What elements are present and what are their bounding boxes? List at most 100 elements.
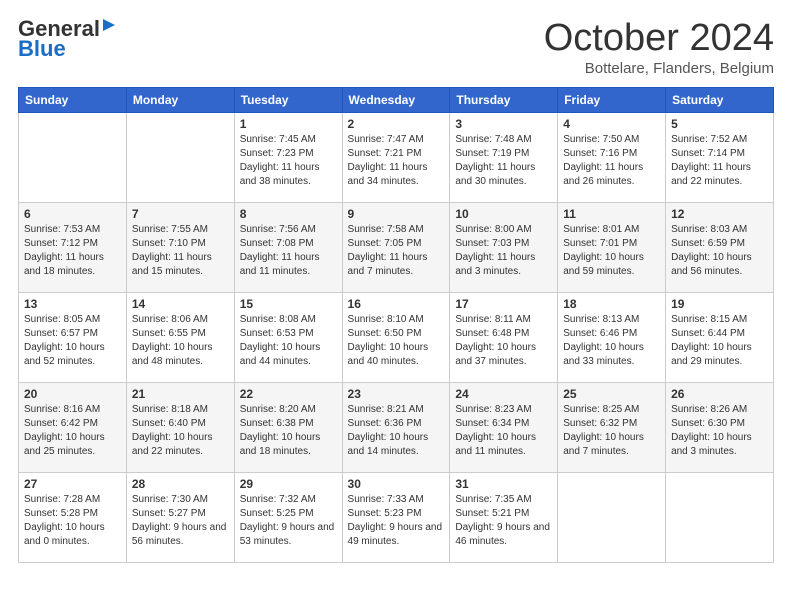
table-row: 22Sunrise: 8:20 AM Sunset: 6:38 PM Dayli… [234, 382, 342, 472]
day-info: Sunrise: 8:15 AM Sunset: 6:44 PM Dayligh… [671, 313, 768, 369]
table-row: 4 Sunrise: 7:50 AM Sunset: 7:16 PM Daylig… [558, 112, 666, 202]
day-info: Sunrise: 7:32 AM Sunset: 5:25 PM Dayligh… [240, 493, 337, 549]
table-row [558, 472, 666, 562]
table-row: 1 Sunrise: 7:45 AM Sunset: 7:23 PM Daylig… [234, 112, 342, 202]
table-row: 18Sunrise: 8:13 AM Sunset: 6:46 PM Dayli… [558, 292, 666, 382]
day-number: 8 [240, 207, 337, 221]
table-row: 19 Sunrise: 8:15 AM Sunset: 6:44 PM Dayli… [666, 292, 774, 382]
calendar-week-row: 20 Sunrise: 8:16 AM Sunset: 6:42 PM Dayli… [19, 382, 774, 472]
day-info: Sunrise: 8:08 AM Sunset: 6:53 PM Dayligh… [240, 313, 337, 369]
day-info: Sunrise: 8:25 AM Sunset: 6:32 PM Dayligh… [563, 403, 660, 459]
day-info: Sunrise: 7:56 AM Sunset: 7:08 PM Dayligh… [240, 223, 337, 279]
day-info: Sunrise: 7:30 AM Sunset: 5:27 PM Dayligh… [132, 493, 229, 549]
day-info: Sunrise: 7:50 AM Sunset: 7:16 PM Dayligh… [563, 133, 660, 189]
day-number: 2 [348, 117, 445, 131]
day-number: 27 [24, 477, 121, 491]
day-number: 29 [240, 477, 337, 491]
day-number: 3 [455, 117, 552, 131]
day-number: 19 [671, 297, 768, 311]
day-info: Sunrise: 8:06 AM Sunset: 6:55 PM Dayligh… [132, 313, 229, 369]
day-info: Sunrise: 8:00 AM Sunset: 7:03 PM Dayligh… [455, 223, 552, 279]
day-info: Sunrise: 7:28 AM Sunset: 5:28 PM Dayligh… [24, 493, 121, 549]
table-row: 23Sunrise: 8:21 AM Sunset: 6:36 PM Dayli… [342, 382, 450, 472]
header: General Blue October 2024 Bottelare, Fla… [18, 18, 774, 77]
table-row: 28 Sunrise: 7:30 AM Sunset: 5:27 PM Dayli… [126, 472, 234, 562]
day-number: 26 [671, 387, 768, 401]
day-number: 28 [132, 477, 229, 491]
day-info: Sunrise: 8:18 AM Sunset: 6:40 PM Dayligh… [132, 403, 229, 459]
day-number: 23 [348, 387, 445, 401]
table-row: 10 Sunrise: 8:00 AM Sunset: 7:03 PM Dayli… [450, 202, 558, 292]
table-row: 12 Sunrise: 8:03 AM Sunset: 6:59 PM Dayli… [666, 202, 774, 292]
day-info: Sunrise: 8:01 AM Sunset: 7:01 PM Dayligh… [563, 223, 660, 279]
table-row: 14 Sunrise: 8:06 AM Sunset: 6:55 PM Dayli… [126, 292, 234, 382]
table-row: 27 Sunrise: 7:28 AM Sunset: 5:28 PM Dayli… [19, 472, 127, 562]
table-row: 26 Sunrise: 8:26 AM Sunset: 6:30 PM Dayli… [666, 382, 774, 472]
day-number: 5 [671, 117, 768, 131]
table-row: 7 Sunrise: 7:55 AM Sunset: 7:10 PM Daylig… [126, 202, 234, 292]
table-row: 8 Sunrise: 7:56 AM Sunset: 7:08 PM Daylig… [234, 202, 342, 292]
day-info: Sunrise: 7:55 AM Sunset: 7:10 PM Dayligh… [132, 223, 229, 279]
calendar-week-row: 27 Sunrise: 7:28 AM Sunset: 5:28 PM Dayli… [19, 472, 774, 562]
col-friday: Friday [558, 87, 666, 112]
day-info: Sunrise: 8:11 AM Sunset: 6:48 PM Dayligh… [455, 313, 552, 369]
table-row: 25 Sunrise: 8:25 AM Sunset: 6:32 PM Dayli… [558, 382, 666, 472]
table-row: 13 Sunrise: 8:05 AM Sunset: 6:57 PM Dayli… [19, 292, 127, 382]
day-info: Sunrise: 8:23 AM Sunset: 6:34 PM Dayligh… [455, 403, 552, 459]
day-number: 21 [132, 387, 229, 401]
day-number: 10 [455, 207, 552, 221]
table-row: 9 Sunrise: 7:58 AM Sunset: 7:05 PM Daylig… [342, 202, 450, 292]
day-info: Sunrise: 7:35 AM Sunset: 5:21 PM Dayligh… [455, 493, 552, 549]
col-thursday: Thursday [450, 87, 558, 112]
day-number: 6 [24, 207, 121, 221]
table-row: 31 Sunrise: 7:35 AM Sunset: 5:21 PM Dayli… [450, 472, 558, 562]
title-month: October 2024 [544, 18, 774, 60]
day-number: 22 [240, 387, 337, 401]
col-monday: Monday [126, 87, 234, 112]
day-info: Sunrise: 7:58 AM Sunset: 7:05 PM Dayligh… [348, 223, 445, 279]
title-location: Bottelare, Flanders, Belgium [544, 60, 774, 77]
logo-icon [101, 18, 117, 34]
day-number: 25 [563, 387, 660, 401]
day-number: 15 [240, 297, 337, 311]
day-number: 17 [455, 297, 552, 311]
day-info: Sunrise: 7:52 AM Sunset: 7:14 PM Dayligh… [671, 133, 768, 189]
day-info: Sunrise: 8:05 AM Sunset: 6:57 PM Dayligh… [24, 313, 121, 369]
day-number: 4 [563, 117, 660, 131]
table-row: 21 Sunrise: 8:18 AM Sunset: 6:40 PM Dayli… [126, 382, 234, 472]
day-info: Sunrise: 7:47 AM Sunset: 7:21 PM Dayligh… [348, 133, 445, 189]
table-row: 20 Sunrise: 8:16 AM Sunset: 6:42 PM Dayli… [19, 382, 127, 472]
day-number: 30 [348, 477, 445, 491]
table-row: 5 Sunrise: 7:52 AM Sunset: 7:14 PM Daylig… [666, 112, 774, 202]
calendar-week-row: 13 Sunrise: 8:05 AM Sunset: 6:57 PM Dayli… [19, 292, 774, 382]
day-info: Sunrise: 7:45 AM Sunset: 7:23 PM Dayligh… [240, 133, 337, 189]
table-row: 15 Sunrise: 8:08 AM Sunset: 6:53 PM Dayli… [234, 292, 342, 382]
table-row: 3Sunrise: 7:48 AM Sunset: 7:19 PM Daylig… [450, 112, 558, 202]
table-row: 29 Sunrise: 7:32 AM Sunset: 5:25 PM Dayli… [234, 472, 342, 562]
table-row: 16Sunrise: 8:10 AM Sunset: 6:50 PM Dayli… [342, 292, 450, 382]
day-number: 9 [348, 207, 445, 221]
page: General Blue October 2024 Bottelare, Fla… [0, 0, 792, 612]
day-info: Sunrise: 8:13 AM Sunset: 6:46 PM Dayligh… [563, 313, 660, 369]
day-info: Sunrise: 8:03 AM Sunset: 6:59 PM Dayligh… [671, 223, 768, 279]
table-row: 6 Sunrise: 7:53 AM Sunset: 7:12 PM Daylig… [19, 202, 127, 292]
day-number: 31 [455, 477, 552, 491]
day-info: Sunrise: 7:53 AM Sunset: 7:12 PM Dayligh… [24, 223, 121, 279]
day-number: 13 [24, 297, 121, 311]
calendar-header-row: Sunday Monday Tuesday Wednesday Thursday… [19, 87, 774, 112]
table-row: 30Sunrise: 7:33 AM Sunset: 5:23 PM Dayli… [342, 472, 450, 562]
day-info: Sunrise: 8:26 AM Sunset: 6:30 PM Dayligh… [671, 403, 768, 459]
day-number: 16 [348, 297, 445, 311]
day-number: 7 [132, 207, 229, 221]
day-number: 24 [455, 387, 552, 401]
day-number: 1 [240, 117, 337, 131]
day-number: 12 [671, 207, 768, 221]
table-row [126, 112, 234, 202]
table-row: 2 Sunrise: 7:47 AM Sunset: 7:21 PM Daylig… [342, 112, 450, 202]
day-number: 14 [132, 297, 229, 311]
calendar-week-row: 6 Sunrise: 7:53 AM Sunset: 7:12 PM Daylig… [19, 202, 774, 292]
day-number: 20 [24, 387, 121, 401]
title-block: October 2024 Bottelare, Flanders, Belgiu… [544, 18, 774, 77]
day-info: Sunrise: 8:16 AM Sunset: 6:42 PM Dayligh… [24, 403, 121, 459]
table-row [666, 472, 774, 562]
